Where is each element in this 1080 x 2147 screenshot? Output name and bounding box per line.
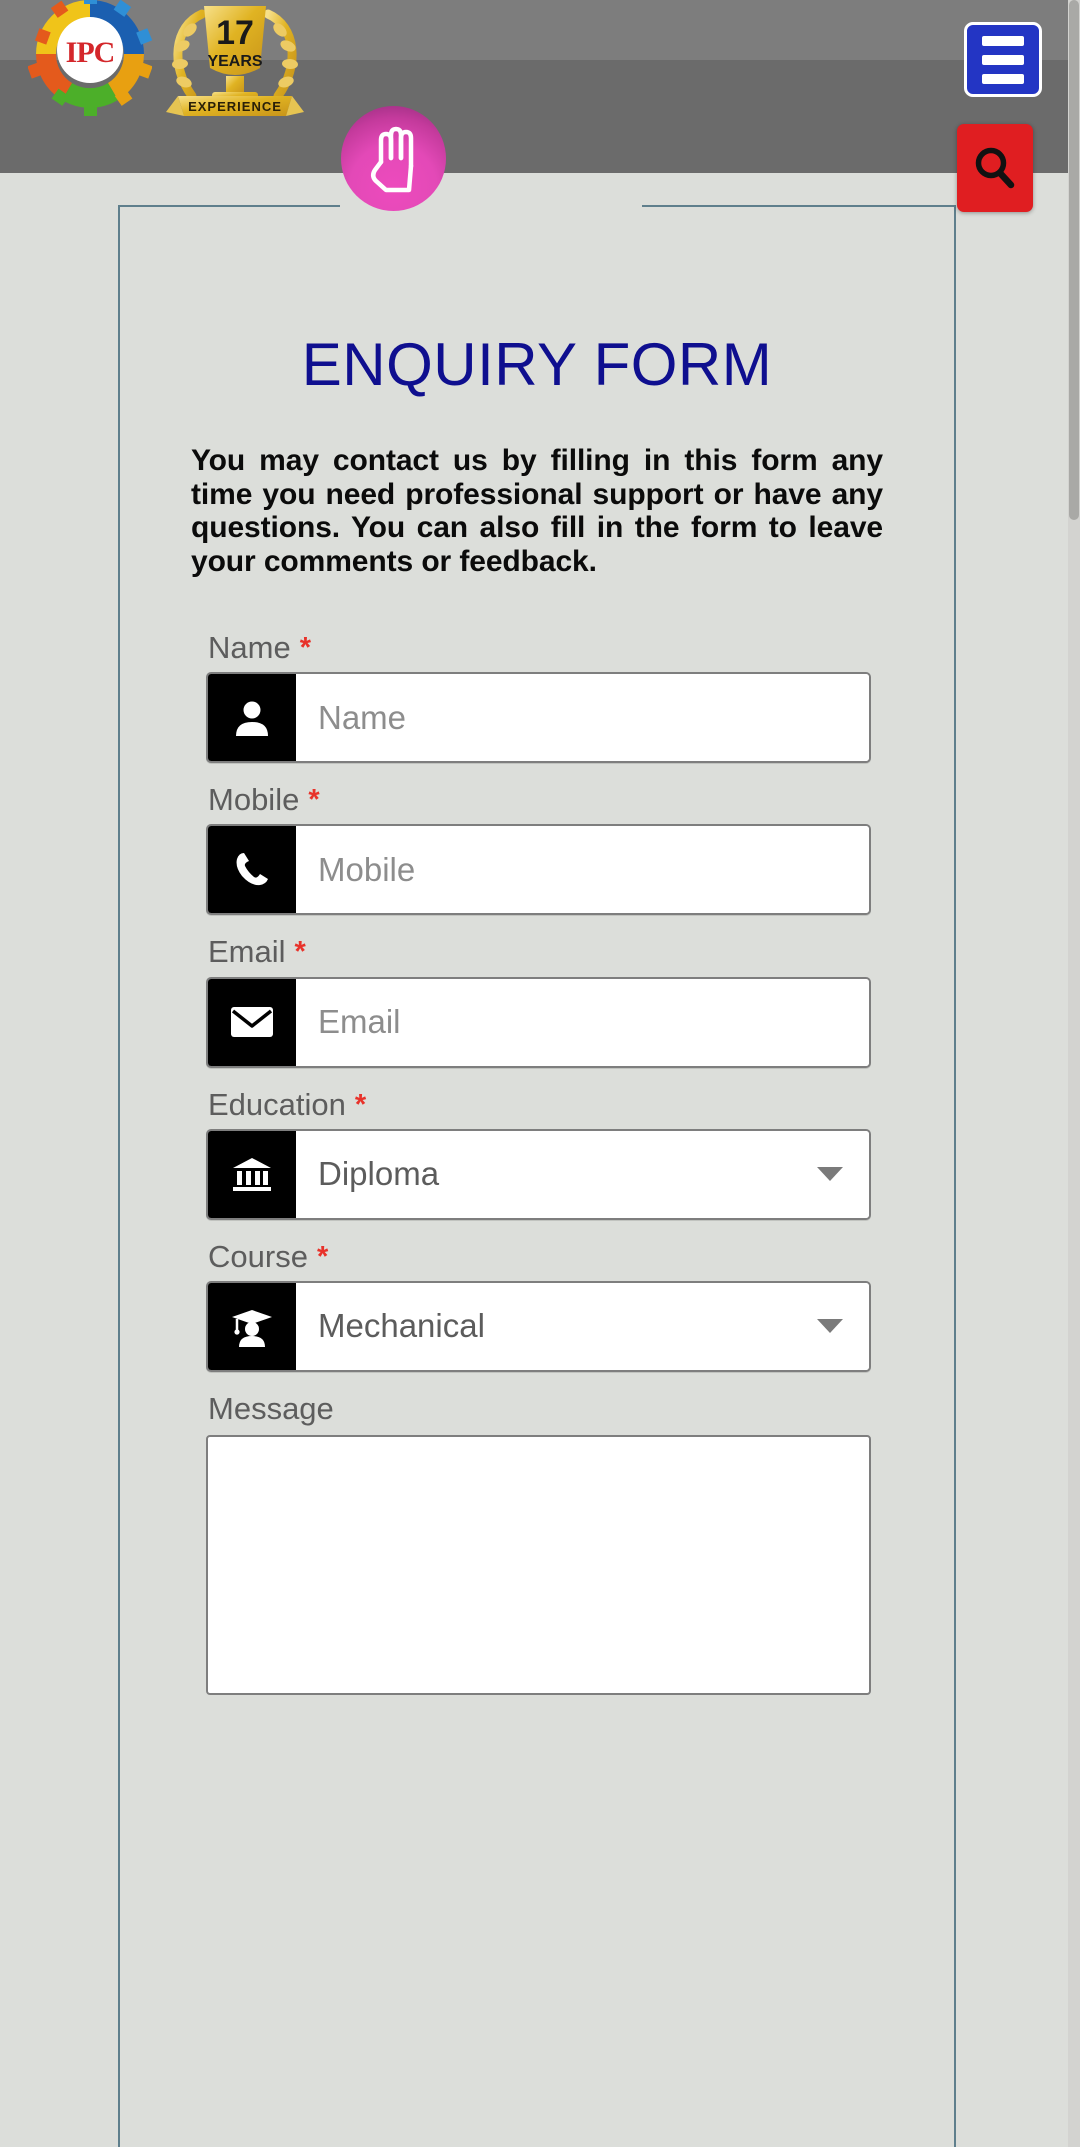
envelope-icon [208,978,296,1066]
search-icon [975,147,1015,189]
chevron-down-icon[interactable] [817,1167,843,1182]
input-name[interactable]: Name [296,674,869,762]
phone-icon [208,826,296,914]
input-row-education[interactable]: Diploma [206,1128,871,1220]
page-scrollbar-thumb[interactable] [1069,0,1079,520]
input-row-mobile[interactable]: Mobile [206,824,871,916]
site-header: IPC 17 YEARS EXPERIENCE [0,0,1080,173]
select-education-value: Diploma [318,1155,440,1193]
input-row-name[interactable]: Name [206,672,871,764]
select-course-value: Mechanical [318,1307,485,1345]
select-course[interactable]: Mechanical [296,1282,869,1370]
field-education: Education * Diploma [206,1081,871,1220]
field-mobile: Mobile * Mobile [206,776,871,916]
input-mobile-placeholder: Mobile [318,850,416,888]
svg-text:17: 17 [216,14,254,52]
label-mobile: Mobile * [208,782,320,818]
label-education: Education * [208,1086,367,1122]
label-email: Email * [208,934,306,970]
person-icon [208,674,296,762]
chevron-down-icon[interactable] [817,1319,843,1334]
textarea-message[interactable] [206,1434,871,1695]
input-mobile[interactable]: Mobile [296,826,869,914]
input-email-placeholder: Email [318,1003,401,1041]
form-fields: Name * Name Mobile * Mobile Email * Emai… [178,624,896,1695]
hamburger-bar-1 [982,35,1024,46]
enquiry-form: ENQUIRY FORM You may contact us by filli… [118,205,956,1708]
input-email[interactable]: Email [296,978,869,1066]
form-description: You may contact us by filling in this fo… [191,444,883,578]
page-root: IPC 17 YEARS EXPERIENCE ENQUIRY FORM You… [0,0,1080,2147]
field-message: Message [206,1385,871,1695]
hamburger-bar-3 [982,73,1024,84]
input-name-placeholder: Name [318,698,407,736]
required-asterisk: * [308,784,320,817]
required-asterisk: * [316,1240,329,1273]
input-row-email[interactable]: Email [206,976,871,1068]
menu-button[interactable] [964,22,1042,97]
label-message: Message [208,1390,334,1426]
svg-text:EXPERIENCE: EXPERIENCE [188,99,282,114]
field-course: Course * Mechanical [206,1233,871,1372]
ipc-logo-icon[interactable]: IPC [28,0,152,116]
experience-badge-icon: 17 YEARS EXPERIENCE [140,0,330,126]
svg-text:IPC: IPC [66,36,115,69]
field-email: Email * Email [206,928,871,1068]
svg-text:YEARS: YEARS [207,53,262,70]
required-asterisk: * [294,936,306,969]
label-name: Name * [208,630,311,666]
label-course: Course * [208,1238,329,1274]
hand-icon[interactable] [341,106,446,211]
search-button[interactable] [957,124,1033,212]
page-title: ENQUIRY FORM [301,331,773,398]
select-education[interactable]: Diploma [296,1130,869,1218]
required-asterisk: * [299,632,311,665]
required-asterisk: * [354,1088,367,1121]
hamburger-bar-2 [982,54,1024,65]
bank-icon [208,1130,296,1218]
graduate-icon [208,1282,296,1370]
input-row-course[interactable]: Mechanical [206,1280,871,1372]
field-name: Name * Name [206,624,871,764]
